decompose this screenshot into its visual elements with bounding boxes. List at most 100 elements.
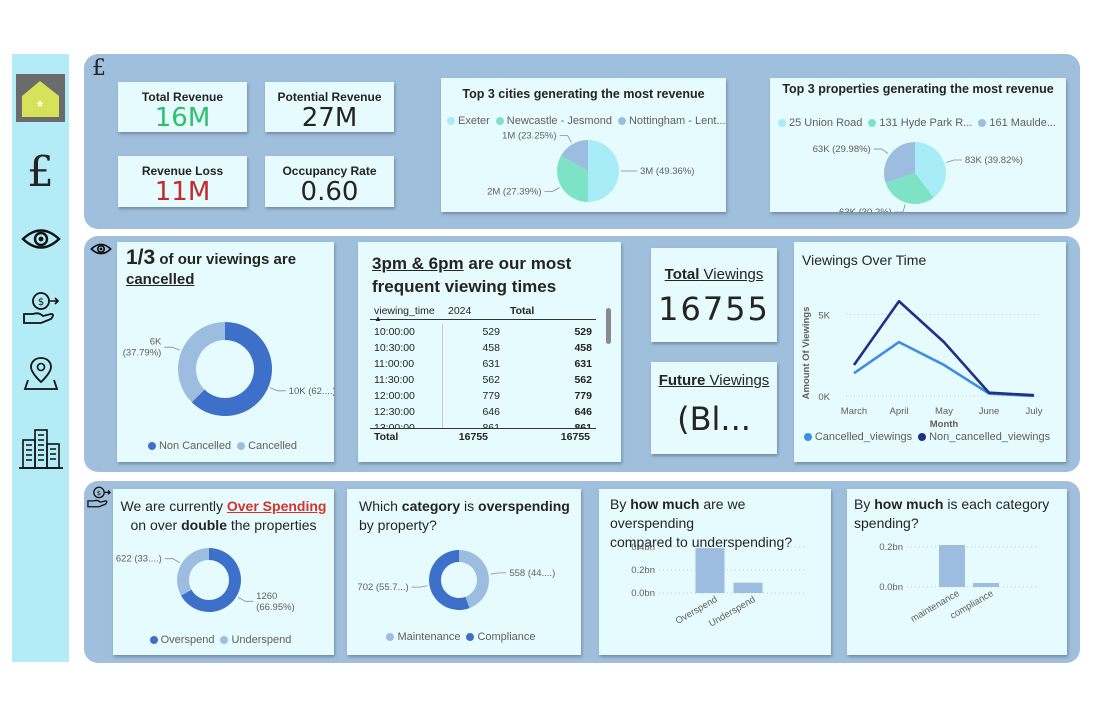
legend-item[interactable]: Maintenance [386,631,460,643]
table-cell: 562 [482,374,500,386]
money-hand-icon: $ [86,485,112,514]
x-tick-label: March [841,406,867,417]
bar[interactable] [973,583,999,587]
label-leader [873,148,889,155]
legend-item[interactable]: Cancelled [237,440,297,452]
total-revenue-card: Total Revenue 16M [118,82,247,133]
eye-icon [90,242,112,261]
label-leader [946,159,962,163]
eye-icon[interactable] [12,226,69,252]
y-tick-label: 0.0bn [631,588,655,599]
table-cell: 631 [482,358,500,370]
y-axis-title: Amount Of Viewings [801,307,812,400]
legend-item[interactable]: Overspend [149,634,215,646]
bar[interactable] [733,582,763,593]
column-header[interactable]: viewing_time [374,305,435,317]
kpi-value: 16755 [658,290,770,328]
cancelled-donut-chart: 10K (62....) 6K(37.79%) [123,322,334,416]
table-cell: 458 [574,342,592,354]
table-row[interactable]: 11:00:00 631 631 [370,356,596,372]
x-tick-label: June [979,406,1000,417]
over-vs-under-card: By how much are we overspending compared… [599,489,831,655]
x-tick-label: April [889,406,908,417]
pie-slice[interactable] [177,548,209,596]
chart-legend: Maintenance Compliance [347,631,581,643]
legend-item[interactable]: Cancelled_viewings [803,431,913,443]
legend-label: Overspend [160,634,215,646]
cities-pie-chart: 3M (49.36%) 2M (27.39%) 1M (23.25%) [487,130,694,202]
legend-item[interactable]: Non Cancelled [147,440,232,452]
viewing-times-card: 3pm & 6pm are our most frequent viewing … [358,242,621,462]
column-header[interactable]: Total [510,305,534,317]
label-leader [490,572,507,575]
overspending-card: We are currently Over Spending on over d… [113,489,334,655]
table-cell: 861 [574,422,592,428]
pie-slice[interactable] [588,140,619,202]
y-tick-label: 0.4bn [631,542,655,553]
chart-legend: Non Cancelled Cancelled [117,440,334,452]
table-cell: 529 [574,326,592,338]
category-card: Which category is overspending by proper… [347,489,581,655]
table-cell: 10:30:00 [374,342,415,354]
sidebar: ★ £ $ [12,54,69,662]
table-row[interactable]: 10:00:00 529 529 [370,324,596,340]
label-leader [411,585,428,588]
money-hand-icon[interactable]: $ [12,290,69,326]
legend-label: Non Cancelled [158,440,232,452]
table-row[interactable]: 13:00:00 861 861 [370,420,596,428]
sort-arrow-icon[interactable]: ▲ [374,314,382,323]
buildings-icon[interactable] [12,426,69,470]
viewings-band: 1/3 of our viewings are cancelled 10K (6… [84,236,1080,472]
table-cell: 631 [574,358,592,370]
table-cell: 13:00:00 [374,422,415,428]
map-pin-icon[interactable] [12,354,69,392]
bar[interactable] [939,545,965,587]
table-cell: 562 [574,374,592,386]
svg-text:$: $ [97,489,101,497]
occupancy-rate-card: Occupancy Rate 0.60 [265,156,394,207]
pound-icon[interactable]: £ [12,150,69,194]
table-cell: 861 [482,422,500,428]
kpi-value: 27M [301,103,358,133]
table-cell: 458 [482,342,500,354]
table-cell: 12:30:00 [374,406,415,418]
table-cell: 11:00:00 [374,358,415,370]
x-tick-label: May [935,406,953,417]
column-header[interactable]: 2024 [448,305,471,317]
y-tick-label: 0.0bn [879,582,903,593]
data-label: 3M (49.36%) [640,166,694,177]
series-line[interactable] [853,340,1035,398]
pie-slice[interactable] [178,322,225,403]
bar[interactable] [695,548,725,593]
table-header: viewing_time ▲ 2024 Total [370,300,596,323]
table-row[interactable]: 12:30:00 646 646 [370,404,596,420]
data-label: 6K [150,337,162,348]
x-tick-label: July [1026,406,1043,417]
home-button[interactable]: ★ [16,74,65,122]
data-label: 558 (44....) [509,568,555,579]
top-properties-card: Top 3 properties generating the most rev… [770,78,1066,212]
legend-item[interactable]: Non_cancelled_viewings [918,431,1050,443]
legend-item[interactable]: Compliance [466,631,536,643]
data-label: 622 (33....) [116,554,162,565]
table-scrollbar[interactable] [606,308,611,344]
category-bar-chart: 0.0bn0.2bnmaintenancecompliance [879,542,1037,625]
table-row[interactable]: 12:00:00 779 779 [370,388,596,404]
legend-label: Non_cancelled_viewings [929,431,1051,443]
label-leader [559,135,572,143]
series-line[interactable] [852,299,1035,397]
x-axis-title: Month [930,419,959,430]
table-total-row: Total 16755 16755 [370,428,596,444]
legend-swatch [220,636,229,644]
future-viewings-card: Future Viewings (Bl... [651,362,777,454]
y-tick-label: 5K [818,310,830,321]
spending-band: $ We are currently Over Spending on over… [84,481,1080,663]
legend-swatch [803,433,812,441]
table-row[interactable]: 10:30:00 458 458 [370,340,596,356]
potential-revenue-card: Potential Revenue 27M [265,82,394,133]
legend-item[interactable]: Underspend [220,634,291,646]
legend-label: Cancelled_viewings [814,431,913,443]
svg-text:$: $ [37,297,43,308]
table-row[interactable]: 11:30:00 562 562 [370,372,596,388]
table-cell: 529 [482,326,500,338]
